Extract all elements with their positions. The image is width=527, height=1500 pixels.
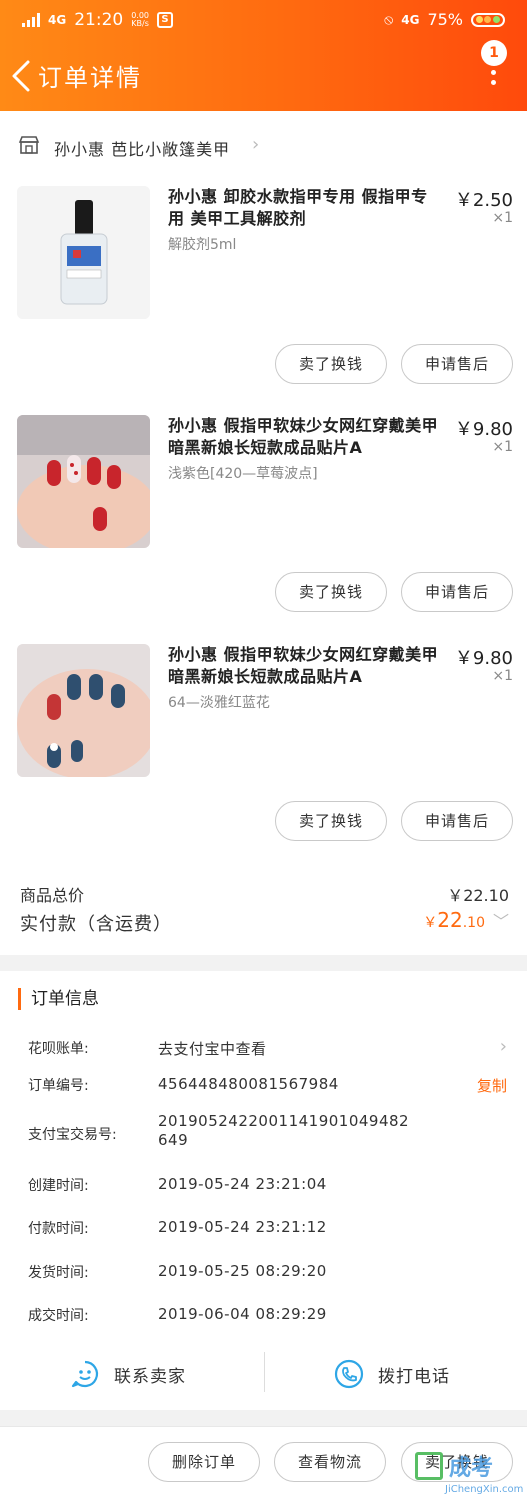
delete-order-button[interactable]: 删除订单 xyxy=(148,1442,260,1482)
after-sales-button[interactable]: 申请售后 xyxy=(401,572,513,612)
created-label: 创建时间: xyxy=(28,1178,89,1194)
watermark-logo: 成考 JiChengXin.com xyxy=(411,1448,523,1496)
created-value: 2019-05-24 23:21:04 xyxy=(158,1175,327,1193)
section-divider xyxy=(0,955,527,971)
done-label: 成交时间: xyxy=(28,1308,89,1324)
product-image xyxy=(17,186,150,319)
product-price: ￥9.80 xyxy=(454,648,513,669)
product-qty: ×1 xyxy=(492,439,513,455)
net-speed: 0.00 KB/s xyxy=(131,11,150,28)
order-item[interactable]: 孙小惠 假指甲软妹少女网红穿戴美甲暗黑新娘长短款成品贴片A 64—淡雅红蓝花 ￥… xyxy=(0,644,527,859)
order-item[interactable]: 孙小惠 假指甲软妹少女网红穿戴美甲暗黑新娘长短款成品贴片A 浅紫色[420—草莓… xyxy=(0,415,527,630)
network-label: 4G xyxy=(48,13,67,27)
notification-badge: 1 xyxy=(481,40,507,66)
watermark-icon xyxy=(415,1452,443,1480)
shop-name: 孙小惠 芭比小敞篷美甲 xyxy=(54,140,231,159)
product-qty: ×1 xyxy=(492,668,513,684)
view-logistics-button[interactable]: 查看物流 xyxy=(274,1442,386,1482)
paid-amount[interactable]: ￥22.10 ﹀ xyxy=(423,908,509,932)
paid-dec: .10 xyxy=(462,915,485,931)
product-price: ￥9.80 xyxy=(454,419,513,440)
call-label: 拨打电话 xyxy=(378,1366,450,1387)
huabei-value: 去支付宝中查看 xyxy=(158,1040,267,1058)
order-number-label: 订单编号: xyxy=(28,1078,89,1094)
huabei-label: 花呗账单: xyxy=(28,1041,89,1057)
product-sku: 浅紫色[420—草莓波点] xyxy=(168,466,318,482)
mute-icon: ⦸ xyxy=(384,11,394,28)
alipay-label: 支付宝交易号: xyxy=(28,1127,117,1143)
goods-total-value: ￥22.10 xyxy=(447,886,509,905)
app-header: 4G 21:20 0.00 KB/s S ⦸ 4G 75% 订单详情 1 xyxy=(0,0,527,111)
contact-seller-label: 联系卖家 xyxy=(114,1366,186,1387)
done-value: 2019-06-04 08:29:29 xyxy=(158,1305,327,1323)
section-divider xyxy=(0,1410,527,1426)
order-number-value: 456448480081567984 xyxy=(158,1075,339,1093)
chevron-down-icon: ﹀ xyxy=(492,912,509,931)
ship-label: 发货时间: xyxy=(28,1265,89,1281)
signal-icon xyxy=(22,13,40,27)
after-sales-button[interactable]: 申请售后 xyxy=(401,344,513,384)
network-right: 4G xyxy=(401,12,420,27)
product-name: 孙小惠 卸胶水款指甲专用 假指甲专用 美甲工具解胶剂 xyxy=(168,187,428,228)
paid-time-value: 2019-05-24 23:21:12 xyxy=(158,1218,327,1236)
chevron-right-icon: › xyxy=(499,1036,507,1057)
paid-time-label: 付款时间: xyxy=(28,1221,89,1237)
more-icon-dot xyxy=(491,80,496,85)
copy-button[interactable]: 复制 xyxy=(477,1075,507,1096)
product-qty: ×1 xyxy=(492,210,513,226)
product-image xyxy=(17,644,150,777)
product-sku: 64—淡雅红蓝花 xyxy=(168,695,270,711)
page-title: 订单详情 xyxy=(38,64,142,92)
sell-button[interactable]: 卖了换钱 xyxy=(275,801,387,841)
clock: 21:20 xyxy=(74,10,124,30)
contact-bar: 联系卖家 拨打电话 xyxy=(0,1346,527,1402)
order-item[interactable]: 孙小惠 卸胶水款指甲专用 假指甲专用 美甲工具解胶剂 解胶剂5ml ￥2.50 … xyxy=(0,186,527,401)
battery-icon xyxy=(471,12,505,27)
paid-int: 22 xyxy=(437,908,463,932)
paid-currency: ￥ xyxy=(423,915,438,931)
call-button[interactable]: 拨打电话 xyxy=(334,1356,450,1392)
shop-icon xyxy=(18,136,40,154)
watermark-text: 成考 xyxy=(449,1456,494,1481)
after-sales-button[interactable]: 申请售后 xyxy=(401,801,513,841)
app-notification-icon: S xyxy=(157,12,174,28)
goods-total-label: 商品总价 xyxy=(20,886,85,905)
order-info-title: 订单信息 xyxy=(18,988,99,1010)
alipay-value: 2019052422001141901049482 649 xyxy=(158,1112,410,1149)
product-price: ￥2.50 xyxy=(454,190,513,211)
back-button[interactable] xyxy=(8,58,36,94)
product-image xyxy=(17,415,150,548)
status-bar: 4G 21:20 0.00 KB/s S ⦸ 4G 75% xyxy=(0,8,527,32)
order-totals: 商品总价 ￥22.10 实付款（含运费） ￥22.10 ﹀ xyxy=(0,878,527,948)
divider xyxy=(264,1352,265,1392)
sell-button[interactable]: 卖了换钱 xyxy=(275,344,387,384)
chevron-right-icon: › xyxy=(252,134,260,155)
product-name: 孙小惠 假指甲软妹少女网红穿戴美甲暗黑新娘长短款成品贴片A xyxy=(168,645,439,686)
contact-seller-button[interactable]: 联系卖家 xyxy=(70,1356,186,1392)
ship-value: 2019-05-25 08:29:20 xyxy=(158,1262,327,1280)
phone-icon xyxy=(334,1359,364,1389)
shop-row[interactable]: 孙小惠 芭比小敞篷美甲 › xyxy=(0,126,527,166)
more-icon xyxy=(491,70,496,75)
more-button[interactable]: 1 xyxy=(479,40,509,94)
product-name: 孙小惠 假指甲软妹少女网红穿戴美甲暗黑新娘长短款成品贴片A xyxy=(168,416,439,457)
chevron-left-icon xyxy=(12,60,30,92)
battery-percent: 75% xyxy=(427,10,463,29)
product-sku: 解胶剂5ml xyxy=(168,237,237,253)
paid-label: 实付款（含运费） xyxy=(20,914,172,935)
sell-button[interactable]: 卖了换钱 xyxy=(275,572,387,612)
nav-bar: 订单详情 1 xyxy=(0,40,527,102)
chat-icon xyxy=(71,1360,99,1388)
watermark-url: JiChengXin.com xyxy=(445,1484,524,1495)
